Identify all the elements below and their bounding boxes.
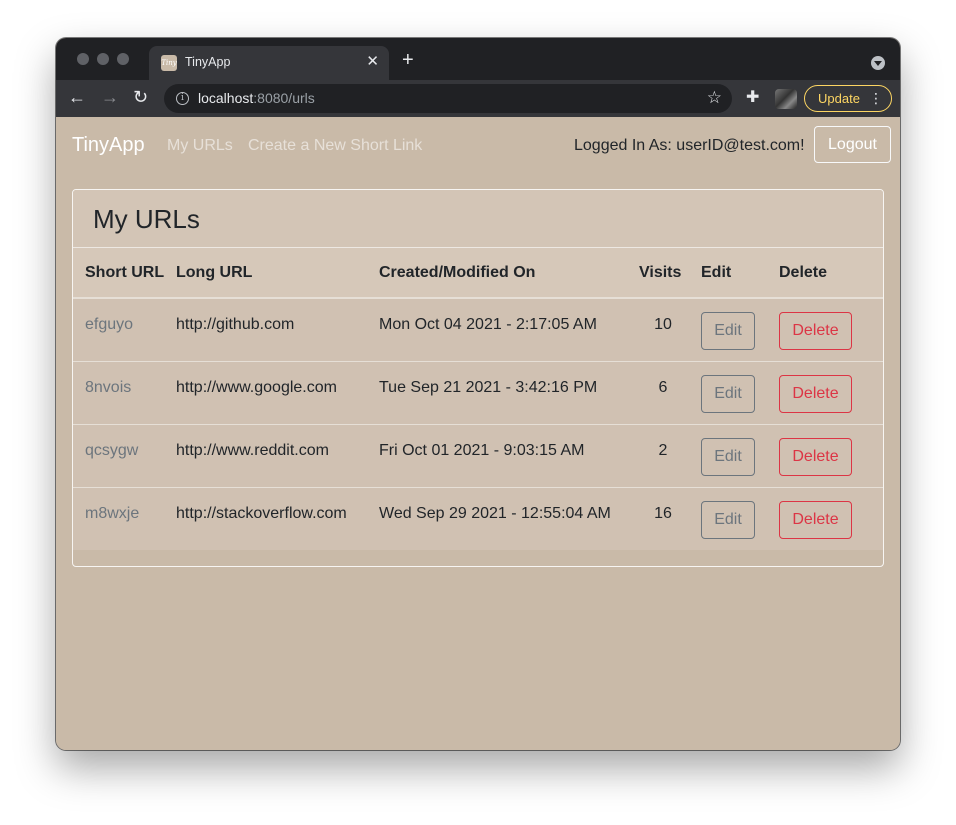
url-path: :8080/urls: [253, 90, 315, 106]
edit-cell: Edit: [701, 424, 779, 487]
long-url-cell: http://github.com: [176, 316, 295, 333]
page-title: My URLs: [93, 204, 200, 234]
favicon-icon: Tiny: [161, 55, 177, 71]
tab-strip: Tiny TinyApp ✕ +: [56, 38, 900, 82]
close-tab-icon[interactable]: ✕: [366, 52, 379, 70]
site-info-icon[interactable]: i: [176, 92, 189, 105]
update-button[interactable]: Update ⋮: [804, 85, 892, 112]
delete-cell: Delete: [779, 298, 883, 361]
edit-cell: Edit: [701, 361, 779, 424]
table-row: 8nvois http://www.google.com Tue Sep 21 …: [73, 361, 883, 424]
reload-icon[interactable]: ↻: [133, 87, 148, 107]
delete-cell: Delete: [779, 361, 883, 424]
new-tab-icon[interactable]: +: [402, 50, 414, 70]
edit-cell: Edit: [701, 487, 779, 550]
column-header-delete: Delete: [779, 248, 883, 299]
column-header-created: Created/Modified On: [379, 248, 633, 299]
long-url-cell: http://stackoverflow.com: [176, 504, 347, 522]
update-label: Update: [818, 91, 860, 106]
edit-cell: Edit: [701, 298, 779, 361]
date-cell: Mon Oct 04 2021 - 2:17:05 AM: [379, 316, 597, 333]
delete-button[interactable]: Delete: [779, 374, 852, 413]
browser-toolbar: ← → ↻ i localhost:8080/urls ☆ ✚ Update ⋮: [56, 80, 900, 117]
table-row: efguyo http://github.com Mon Oct 04 2021…: [73, 298, 883, 361]
edit-button[interactable]: Edit: [701, 374, 755, 413]
logout-button[interactable]: Logout: [814, 126, 891, 163]
forward-icon[interactable]: →: [101, 87, 119, 107]
urls-table: Short URL Long URL Created/Modified On V…: [73, 248, 883, 550]
navbar-brand[interactable]: TinyApp: [72, 134, 145, 157]
nav-link-my-urls[interactable]: My URLs: [167, 137, 233, 155]
table-row: m8wxje http://stackoverflow.com Wed Sep …: [73, 487, 883, 550]
short-url-link[interactable]: qcsygw: [73, 424, 176, 487]
column-header-short-url: Short URL: [73, 248, 176, 299]
zoom-window-button[interactable]: [117, 53, 129, 65]
short-url-link[interactable]: 8nvois: [73, 361, 176, 424]
card-header: My URLs: [73, 190, 883, 248]
nav-link-create-short-link[interactable]: Create a New Short Link: [248, 137, 422, 155]
delete-cell: Delete: [779, 487, 883, 550]
delete-button[interactable]: Delete: [779, 312, 852, 350]
browser-menu-icon[interactable]: ⋮: [869, 86, 883, 111]
long-url-cell: http://www.google.com: [176, 378, 337, 396]
address-bar[interactable]: i localhost:8080/urls ☆: [164, 84, 732, 113]
edit-button[interactable]: Edit: [701, 312, 755, 350]
url-host: localhost: [198, 90, 254, 106]
card-body: Short URL Long URL Created/Modified On V…: [73, 248, 883, 550]
back-icon[interactable]: ←: [68, 87, 86, 107]
column-header-long-url: Long URL: [176, 248, 379, 299]
visits-cell: 6: [658, 378, 668, 396]
close-window-button[interactable]: [77, 53, 89, 65]
delete-cell: Delete: [779, 424, 883, 487]
date-cell: Wed Sep 29 2021 - 12:55:04 AM: [379, 504, 611, 522]
visits-cell: 10: [654, 316, 672, 333]
column-header-visits: Visits: [633, 248, 701, 299]
extensions-icon[interactable]: ✚: [746, 87, 759, 107]
column-header-edit: Edit: [701, 248, 779, 299]
long-url-cell: http://www.reddit.com: [176, 441, 329, 459]
edit-button[interactable]: Edit: [701, 437, 755, 476]
visits-cell: 16: [654, 504, 672, 522]
edit-button[interactable]: Edit: [701, 500, 755, 539]
tab-title: TinyApp: [185, 55, 231, 69]
browser-tab[interactable]: Tiny TinyApp ✕: [149, 46, 389, 82]
tab-search-icon[interactable]: [871, 56, 885, 70]
table-row: qcsygw http://www.reddit.com Fri Oct 01 …: [73, 424, 883, 487]
delete-button[interactable]: Delete: [779, 437, 852, 476]
profile-avatar[interactable]: [775, 89, 797, 109]
visits-cell: 2: [658, 441, 668, 459]
short-url-link[interactable]: efguyo: [73, 298, 176, 361]
browser-window: Tiny TinyApp ✕ + ← → ↻ i localhost:8080/…: [56, 38, 900, 750]
urls-card: My URLs Short URL Long URL Created/Modif…: [72, 189, 884, 567]
url-text: localhost:8080/urls: [198, 90, 315, 106]
date-cell: Fri Oct 01 2021 - 9:03:15 AM: [379, 441, 585, 459]
date-cell: Tue Sep 21 2021 - 3:42:16 PM: [379, 378, 598, 396]
bookmark-star-icon[interactable]: ☆: [707, 88, 722, 108]
minimize-window-button[interactable]: [97, 53, 109, 65]
logged-in-text: Logged In As: userID@test.com!: [574, 137, 805, 154]
delete-button[interactable]: Delete: [779, 500, 852, 539]
table-header-row: Short URL Long URL Created/Modified On V…: [73, 248, 883, 299]
page-content: TinyApp My URLs Create a New Short Link …: [56, 117, 900, 750]
short-url-link[interactable]: m8wxje: [73, 487, 176, 550]
